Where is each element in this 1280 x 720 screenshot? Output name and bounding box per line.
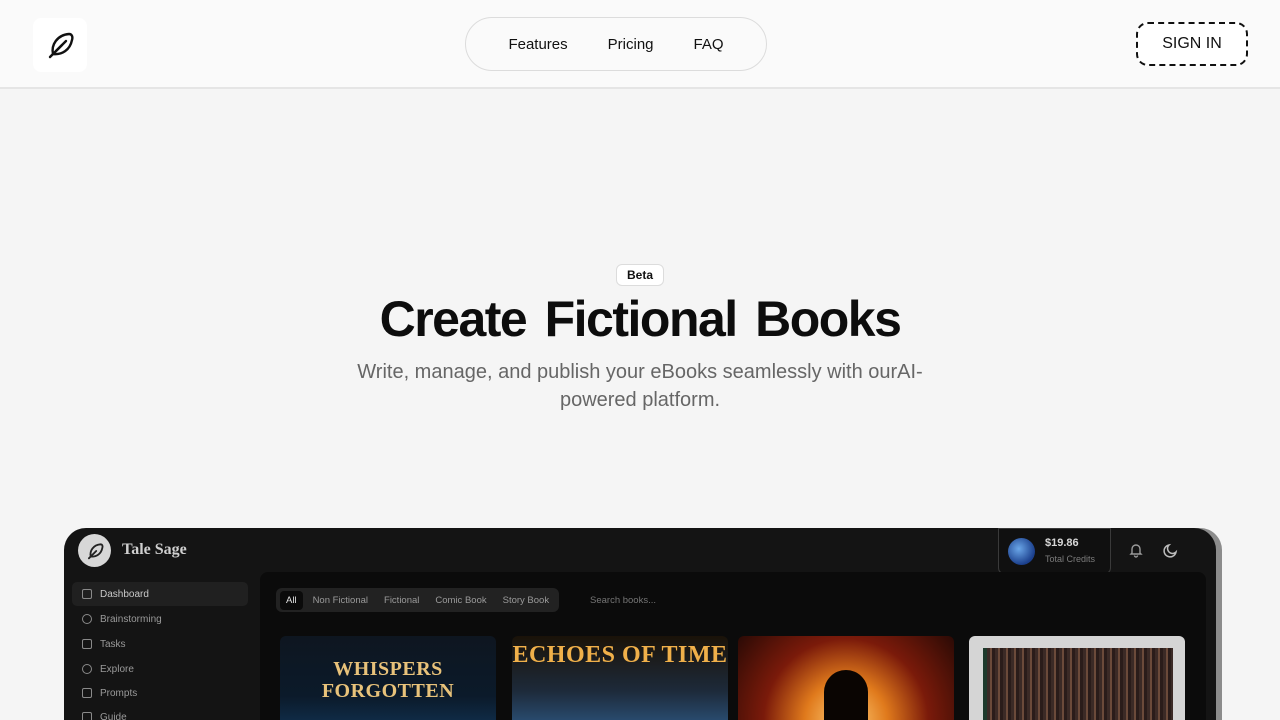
- search-books-input[interactable]: [590, 588, 790, 612]
- moon-icon[interactable]: [1163, 542, 1179, 558]
- app-sidebar: Dashboard Brainstorming Tasks Explore Pr…: [64, 572, 260, 720]
- tab-comic-book[interactable]: Comic Book: [429, 591, 492, 610]
- sidebar-item-label: Dashboard: [100, 588, 149, 600]
- top-navbar: Features Pricing FAQ SIGN IN: [0, 0, 1280, 89]
- book-cover[interactable]: [969, 636, 1185, 720]
- sidebar-item-label: Guide: [100, 711, 127, 720]
- sidebar-item-explore[interactable]: Explore: [72, 657, 248, 681]
- tab-non-fictional[interactable]: Non Fictional: [307, 591, 374, 610]
- sign-in-button[interactable]: SIGN IN: [1136, 22, 1248, 66]
- category-filter-tabs: All Non Fictional Fictional Comic Book S…: [276, 588, 560, 612]
- tab-story-book[interactable]: Story Book: [497, 591, 555, 610]
- nav-features-link[interactable]: Features: [508, 36, 567, 53]
- globe-icon: [1008, 538, 1035, 565]
- book-cover[interactable]: [738, 636, 954, 720]
- brain-icon: [82, 614, 92, 624]
- sidebar-item-prompts[interactable]: Prompts: [72, 681, 248, 705]
- nav-faq-link[interactable]: FAQ: [694, 36, 724, 53]
- sidebar-item-label: Prompts: [100, 687, 138, 699]
- sidebar-item-guide[interactable]: Guide: [72, 705, 248, 720]
- book-cover[interactable]: WHISPERS FORGOTTEN: [280, 636, 496, 720]
- grid-icon: [82, 589, 92, 599]
- figure-silhouette: [824, 670, 868, 720]
- feather-logo-icon[interactable]: [33, 18, 87, 72]
- tab-fictional[interactable]: Fictional: [378, 591, 425, 610]
- compass-icon: [82, 664, 92, 674]
- credits-widget[interactable]: $19.86 Total Credits: [998, 528, 1111, 574]
- sidebar-item-label: Brainstorming: [100, 613, 162, 625]
- clipboard-icon: [82, 639, 92, 649]
- bell-icon[interactable]: [1128, 542, 1144, 558]
- hero-title: Create Fictional Books: [379, 291, 902, 347]
- book-cover-title: WHISPERS FORGOTTEN: [321, 658, 455, 702]
- credits-amount: $19.86: [1045, 537, 1079, 549]
- crowd-artwork: [983, 648, 1173, 720]
- app-logo-icon: [78, 534, 111, 567]
- nav-pricing-link[interactable]: Pricing: [608, 36, 654, 53]
- main-nav: Features Pricing FAQ: [465, 17, 767, 71]
- book-icon: [82, 712, 92, 720]
- sidebar-item-label: Explore: [100, 663, 134, 675]
- app-name: Tale Sage: [122, 541, 187, 558]
- credits-label: Total Credits: [1045, 554, 1096, 564]
- sidebar-item-label: Tasks: [100, 638, 126, 650]
- books-panel: All Non Fictional Fictional Comic Book S…: [260, 572, 1206, 720]
- tab-all[interactable]: All: [280, 590, 303, 610]
- hero-subtitle: Write, manage, and publish your eBooks s…: [357, 361, 923, 411]
- sidebar-item-brainstorming[interactable]: Brainstorming: [72, 607, 248, 631]
- beta-badge: Beta: [616, 264, 664, 286]
- sidebar-item-tasks[interactable]: Tasks: [72, 632, 248, 656]
- sidebar-item-dashboard[interactable]: Dashboard: [72, 582, 248, 606]
- book-cover-title: ECHOES OF TIME: [512, 642, 728, 668]
- book-cover[interactable]: ECHOES OF TIME: [512, 636, 728, 720]
- app-preview-screenshot: Tale Sage $19.86 Total Credits Dashboard…: [64, 528, 1216, 720]
- scroll-icon: [82, 688, 92, 698]
